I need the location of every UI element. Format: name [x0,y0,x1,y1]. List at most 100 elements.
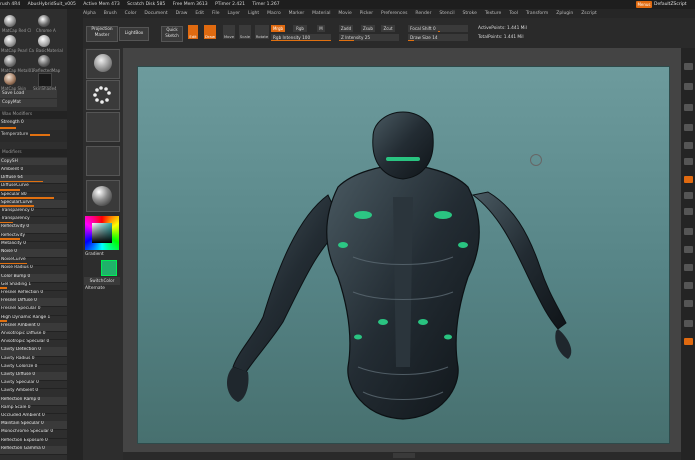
menu-zscript[interactable]: Zscript [581,11,597,16]
rgb-button[interactable]: Rgb [293,25,307,32]
material-thumb-8[interactable] [38,73,52,87]
right-icon-15[interactable] [684,320,693,327]
save-load-button[interactable]: Save Load [0,90,57,98]
modifier-row-fill [0,197,54,199]
modifier-row-label: NoiseCurve [1,257,26,263]
menu-stencil[interactable]: Stencil [439,11,454,16]
menu-layer[interactable]: Layer [227,11,240,16]
menu-alpha[interactable]: Alpha [83,11,96,16]
menu-zplugin[interactable]: Zplugin [556,11,573,16]
main-color-swatch[interactable] [101,260,117,276]
rotate-button[interactable]: Rotate [255,25,269,39]
mrgb-button[interactable]: Mrgb [271,25,285,32]
menu-texture[interactable]: Texture [485,11,501,16]
lightbox-button[interactable]: LightBox [119,27,149,41]
menu-brush[interactable]: Brush [104,11,117,16]
material-palette: MatCap Red Cl Chrome A MatCap Pearl Ca B… [0,9,67,460]
zsub-button[interactable]: Zsub [361,25,375,32]
right-icon-13[interactable] [684,282,693,289]
zadd-button[interactable]: Zadd [339,25,353,32]
active-mem: Active Mem 473 [83,2,120,7]
menu-light[interactable]: Light [248,11,259,16]
bottom-arrows[interactable] [393,453,415,458]
material-thumb-7[interactable] [4,73,16,85]
temperature-slider[interactable]: Temperature [0,130,67,142]
pastesh-button[interactable] [25,158,67,165]
menu-render[interactable]: Render [415,11,431,16]
right-icon-7[interactable] [684,176,693,183]
right-icon-4[interactable] [684,124,693,131]
rgb-intensity-slider[interactable]: Rgb Intensity 100 [271,34,331,41]
material-thumbnail[interactable] [86,180,120,212]
right-icon-16[interactable] [684,338,693,345]
draw-button[interactable]: Draw [204,25,216,39]
edit-label: Edit [189,34,197,39]
right-icon-2[interactable] [684,83,693,90]
modifier-row-label: Cavity Radius 0 [1,355,35,361]
menu-draw[interactable]: Draw [176,11,188,16]
draw-label: Draw [205,34,215,39]
gradient-label[interactable]: Gradient [85,252,104,257]
focal-shift-slider[interactable]: Focal Shift 0 [408,25,468,32]
menu-picker[interactable]: Picker [360,11,373,16]
menu-movie[interactable]: Movie [338,11,351,16]
strength-slider[interactable]: Strength 0 [0,120,67,129]
stroke-thumbnail[interactable] [86,80,120,110]
m-button[interactable]: M [317,25,325,32]
move-button[interactable]: Move [223,25,235,39]
material-thumb-3[interactable] [4,35,16,47]
material-thumb-6[interactable] [38,55,50,67]
edit-button[interactable]: Edit [188,25,198,39]
wax-modifiers-header[interactable]: Wax Modifiers [0,111,67,119]
texture-thumbnail[interactable] [86,146,120,176]
menu-document[interactable]: Document [144,11,167,16]
switchcolor-button[interactable]: SwitchColor [84,277,120,285]
modifier-row-label: Specular 80 [1,191,27,197]
menu-transform[interactable]: Transform [526,11,548,16]
right-icon-11[interactable] [684,246,693,253]
modifier-row-fill [0,287,7,289]
menu-color[interactable]: Color [125,11,137,16]
right-icon-10[interactable] [684,228,693,235]
projection-master-button[interactable]: Projection Master [86,26,118,42]
menu-macro[interactable]: Macro [267,11,281,16]
menu-file[interactable]: File [212,11,220,16]
right-icon-5[interactable] [684,142,693,149]
modifier-row[interactable]: Reflection Gamma 0 [0,445,67,455]
menu-material[interactable]: Material [312,11,330,16]
modifier-row-label: Fresnel Ambient 0 [1,322,40,328]
draw-size-slider[interactable]: Draw Size 14 [408,34,468,41]
modifier-row-label: Fresnel Reflection 0 [1,290,44,295]
z-intensity-slider[interactable]: Z Intensity 25 [339,34,399,41]
right-icon-3[interactable] [684,104,693,111]
right-icon-12[interactable] [684,264,693,271]
zcut-button[interactable]: Zcut [381,25,395,32]
document-canvas[interactable] [137,66,670,444]
right-icon-6[interactable] [684,158,693,165]
alpha-thumbnail[interactable] [86,112,120,142]
menu-preferences[interactable]: Preferences [381,11,407,16]
material-thumb-5[interactable] [4,55,16,67]
menu-edit[interactable]: Edit [195,11,204,16]
copymat-button[interactable]: CopyMat [0,99,57,107]
active-points: ActivePoints: 1.441 Mil [478,26,527,31]
menus-button[interactable]: Menus [636,1,652,8]
material-thumb-4[interactable] [38,35,50,47]
brush-thumbnail[interactable] [86,49,120,79]
strength-label: Strength 0 [1,120,24,125]
modifiers-header[interactable]: Modifiers [0,149,67,157]
move-label: Move [223,34,235,39]
zscript-label[interactable]: DefaultZScript [654,0,687,9]
alternate-label[interactable]: Alternate [85,286,105,291]
menu-tool[interactable]: Tool [509,11,518,16]
menu-stroke[interactable]: Stroke [463,11,477,16]
right-icon-1[interactable] [684,63,693,70]
quick-sketch-button[interactable]: Quick Sketch [161,26,183,42]
right-icon-9[interactable] [684,208,693,215]
menu-marker[interactable]: Marker [289,11,305,16]
copysh-button[interactable]: CopySH [0,158,25,165]
color-picker[interactable] [85,216,119,250]
right-icon-8[interactable] [684,192,693,199]
right-icon-14[interactable] [684,300,693,307]
scale-button[interactable]: Scale [239,25,251,39]
